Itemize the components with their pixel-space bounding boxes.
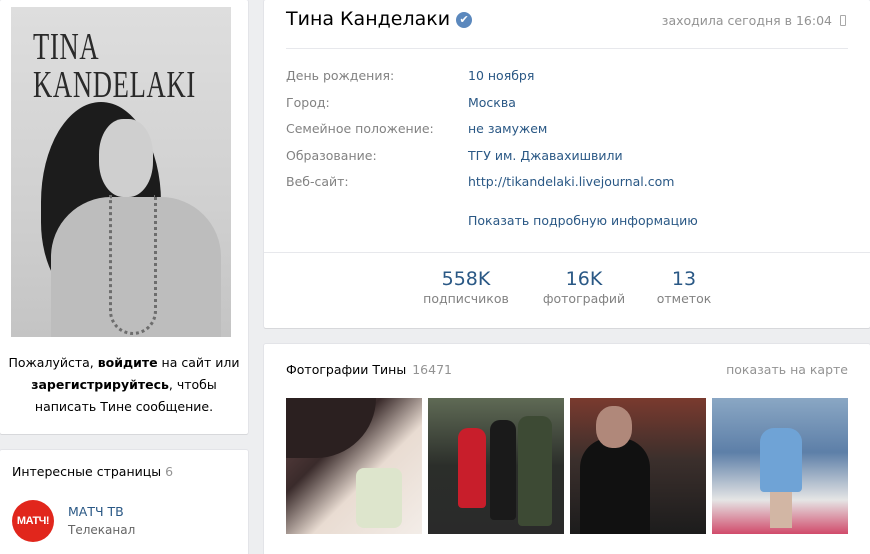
- photo-thumbnail[interactable]: [286, 398, 422, 534]
- photo-thumbnail[interactable]: [570, 398, 706, 534]
- detail-label: Семейное положение:: [286, 121, 434, 136]
- show-more-info-link[interactable]: Показать подробную информацию: [468, 213, 698, 228]
- counter-number: 558K: [441, 268, 491, 290]
- match-tv-logo-icon[interactable]: МАТЧ!: [12, 500, 54, 542]
- photo-shape: [518, 416, 552, 526]
- counters-divider: [264, 252, 870, 253]
- avatar-brand-line2: KANDELAKI: [33, 64, 196, 106]
- detail-value-link[interactable]: 10 ноября: [468, 68, 534, 83]
- photo-shape: [458, 428, 486, 508]
- photo-shape: [356, 468, 402, 528]
- detail-value-link[interactable]: не замужем: [468, 121, 547, 136]
- photos-header[interactable]: Фотографии Тины 16471: [286, 362, 452, 377]
- detail-label: Веб-сайт:: [286, 174, 349, 189]
- counter-number: 13: [671, 268, 697, 290]
- avatar-pearls-shape: [109, 195, 157, 335]
- login-message-part1: Пожалуйста,: [8, 355, 98, 370]
- photo-shape: [490, 420, 516, 520]
- photo-shape: [760, 428, 802, 492]
- detail-value-link[interactable]: ТГУ им. Джавахишвили: [468, 148, 623, 163]
- detail-label: Город:: [286, 95, 330, 110]
- show-on-map-link[interactable]: показать на карте: [726, 362, 848, 377]
- detail-label: День рождения:: [286, 68, 395, 83]
- counter-number: 16K: [565, 268, 603, 290]
- counter-followers[interactable]: 558K подписчиков: [416, 268, 516, 306]
- login-message: Пожалуйста, войдите на сайт или зарегист…: [8, 352, 240, 418]
- login-link[interactable]: войдите: [98, 355, 158, 370]
- counter-label: фотографий: [542, 291, 626, 306]
- photos-card: Фотографии Тины 16471 показать на карте: [264, 344, 870, 554]
- profile-name-row: Тина Канделаки ✔: [286, 8, 473, 30]
- photo-thumbnail[interactable]: [428, 398, 564, 534]
- counter-label: подписчиков: [423, 291, 509, 306]
- interesting-pages-card: Интересные страницы 6 МАТЧ! МАТЧ ТВ Телек…: [0, 450, 248, 554]
- mobile-phone-icon: [840, 15, 846, 26]
- login-message-part2: на сайт или: [157, 355, 240, 370]
- counter-tags[interactable]: 13 отметок: [644, 268, 724, 306]
- profile-photo-card: TINA KANDELAKI Пожалуйста, войдите на са…: [0, 0, 248, 434]
- interesting-page-type: Телеканал: [68, 523, 136, 537]
- photos-title: Фотографии Тины: [286, 362, 407, 377]
- detail-value-link[interactable]: http://tikandelaki.livejournal.com: [468, 174, 674, 189]
- photo-thumbnail[interactable]: [712, 398, 848, 534]
- counter-photos[interactable]: 16K фотографий: [534, 268, 634, 306]
- detail-label: Образование:: [286, 148, 377, 163]
- profile-avatar[interactable]: TINA KANDELAKI: [11, 7, 231, 337]
- header-divider: [286, 48, 848, 49]
- detail-value-link[interactable]: Москва: [468, 95, 516, 110]
- profile-info-card: Тина Канделаки ✔ заходила сегодня в 16:04…: [264, 0, 870, 328]
- photo-shape: [286, 398, 376, 458]
- photo-shape: [596, 406, 632, 448]
- photos-count: 16471: [412, 362, 452, 377]
- photo-shape: [580, 438, 650, 534]
- photo-shape: [770, 492, 792, 528]
- last-seen-text: заходила сегодня в 16:04: [661, 13, 832, 28]
- avatar-face-shape: [99, 119, 153, 197]
- interesting-pages-header[interactable]: Интересные страницы 6: [12, 464, 173, 479]
- counter-label: отметок: [656, 291, 712, 306]
- last-seen-status: заходила сегодня в 16:04: [662, 13, 846, 28]
- interesting-pages-title: Интересные страницы: [12, 464, 162, 479]
- register-link[interactable]: зарегистрируйтесь: [31, 377, 169, 392]
- verified-check-icon[interactable]: ✔: [456, 12, 473, 28]
- interesting-pages-count: 6: [165, 464, 174, 479]
- interesting-page-name[interactable]: МАТЧ ТВ: [68, 504, 124, 519]
- profile-name: Тина Канделаки: [286, 8, 451, 30]
